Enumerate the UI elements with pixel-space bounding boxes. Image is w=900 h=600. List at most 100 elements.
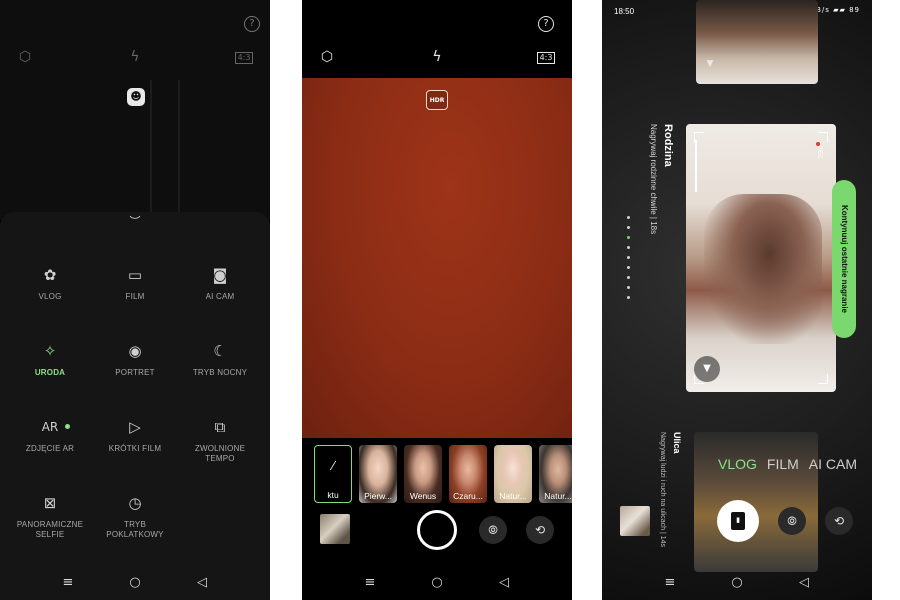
face-scan-icon[interactable]: ⦾ <box>778 507 806 535</box>
template-card-family[interactable]: REC ▼ <box>686 124 836 392</box>
vlog-template-screen: 18:50 ▮ ᯤ 5.88 KB/s ▰▰ 89 ▼ REC ▼ Rodzin… <box>602 0 872 600</box>
camera-preview-dark <box>0 0 270 230</box>
menu-nav-icon[interactable]: ≡ <box>58 576 78 590</box>
short-film-icon: ▷ <box>129 418 141 436</box>
mode-label: ZDJĘCIE AR <box>25 444 75 453</box>
page-dot <box>627 246 630 249</box>
page-dot-active <box>627 236 630 239</box>
menu-nav-icon[interactable]: ≡ <box>660 576 680 590</box>
filter-item[interactable]: Wenus <box>404 445 442 503</box>
gallery-thumbnail[interactable] <box>320 514 350 544</box>
mode-label: FILM <box>125 292 145 301</box>
film-icon: ▭ <box>127 266 143 284</box>
filter-item[interactable]: Natur... <box>539 445 572 503</box>
home-nav-icon[interactable]: ○ <box>427 576 447 590</box>
collapse-chevron-down-icon[interactable]: ︶ <box>125 216 145 227</box>
flash-icon[interactable]: ϟ <box>428 50 446 64</box>
mode-film[interactable]: ▭ FILM <box>90 264 180 302</box>
switch-camera-icon[interactable]: ⟲ <box>825 507 853 535</box>
beauty-wand-icon: ✧ <box>43 342 57 360</box>
filter-item[interactable]: Czaru... <box>449 445 487 503</box>
mode-ar-photo[interactable]: AR ZDJĘCIE AR <box>5 416 95 454</box>
template-card-previous[interactable]: ▼ <box>696 0 818 84</box>
mode-portrait[interactable]: ◉ PORTRET <box>90 340 180 378</box>
mode-label: ZWOLNIONE TEMPO <box>194 444 246 463</box>
video-template-icon: ▮ <box>731 512 745 530</box>
mode-selector: VLOG FILM AI CAM <box>718 456 867 472</box>
filter-item-selected[interactable]: ⁄ ktu <box>314 445 352 503</box>
switch-camera-icon[interactable]: ⟲ <box>526 516 554 544</box>
filter-label: Natur... <box>544 491 572 501</box>
shutter-button[interactable] <box>417 510 457 550</box>
back-nav-icon[interactable]: ◁ <box>494 576 514 590</box>
camera-viewfinder[interactable] <box>302 78 572 438</box>
template-card-street[interactable] <box>694 432 818 572</box>
template-subtitle: Nagrywaj rodzinne chwile | 18s <box>649 124 658 235</box>
panorama-selfie-icon: ⊠ <box>43 494 57 512</box>
status-time: 18:50 <box>614 7 635 16</box>
gallery-thumbnail[interactable] <box>620 506 650 536</box>
mode-label: TRYB POKLATKOWY <box>106 520 164 539</box>
portrait-badge-icon[interactable]: ☻ <box>127 88 145 106</box>
portrait-icon: ◉ <box>128 342 142 360</box>
play-arrow-icon: ▼ <box>706 59 714 69</box>
continue-recording-button[interactable]: Kontynuuj ostatnie nagranie <box>832 180 856 338</box>
back-nav-icon[interactable]: ◁ <box>192 576 212 590</box>
slow-motion-icon: ⧉ <box>214 418 226 436</box>
page-dot <box>627 266 630 269</box>
system-nav-bar: ≡ ○ ◁ <box>602 566 872 600</box>
mode-short-film[interactable]: ▷ KRÓTKI FILM <box>90 416 180 454</box>
back-nav-icon[interactable]: ◁ <box>794 576 814 590</box>
template-title: Ulica <box>672 432 682 454</box>
none-filter-icon: ⁄ <box>331 459 334 473</box>
settings-icon[interactable]: ⬡ <box>318 50 336 64</box>
template-title: Rodzina <box>662 124 674 167</box>
template-subtitle: Nagrywaj ludzi i ruch na ulicach | 14s <box>659 432 666 548</box>
filter-label: Czaru... <box>453 491 483 501</box>
filter-item[interactable]: Pierw... <box>359 445 397 503</box>
flash-icon[interactable]: ϟ <box>126 50 144 64</box>
mode-vlog[interactable]: VLOG <box>718 456 757 472</box>
record-button[interactable]: ▮ <box>717 500 759 542</box>
help-icon[interactable]: ? <box>538 16 554 32</box>
frame-corner <box>818 132 828 142</box>
aspect-ratio-button[interactable]: 4:3 <box>235 52 253 64</box>
filter-label: ktu <box>327 490 339 500</box>
beauty-camera-screen: ? ⬡ ϟ 4:3 HDR ⁄ ktu Pierw... Wenus Czaru… <box>302 0 572 600</box>
continue-recording-label: Kontynuuj ostatnie nagranie <box>840 204 849 313</box>
mode-panorama-selfie[interactable]: ⊠ PANORAMICZNE SELFIE <box>5 492 95 540</box>
hdr-badge[interactable]: HDR <box>426 90 448 110</box>
mode-menu-screen: ? ⬡ ϟ 4:3 ☻ ︶ ✿ VLOG ▭ FILM ◙ AI CAM ✧ URODA… <box>0 0 270 600</box>
mode-film[interactable]: FILM <box>767 456 799 472</box>
timelapse-icon: ◷ <box>128 494 142 512</box>
page-dot <box>627 226 630 229</box>
template-page-indicator <box>626 216 632 306</box>
face-scan-icon[interactable]: ⦾ <box>479 516 507 544</box>
camera-icon: ◙ <box>212 266 228 284</box>
page-dot <box>627 216 630 219</box>
mode-beauty[interactable]: ✧ URODA <box>5 340 95 378</box>
page-dot <box>627 276 630 279</box>
filter-item[interactable]: Natur... <box>494 445 532 503</box>
rec-dot <box>816 142 820 146</box>
play-button[interactable]: ▼ <box>694 356 720 382</box>
aspect-ratio-button[interactable]: 4:3 <box>537 52 555 64</box>
mode-label: PORTRET <box>115 368 155 377</box>
help-icon[interactable]: ? <box>244 16 260 32</box>
menu-nav-icon[interactable]: ≡ <box>360 576 380 590</box>
mode-sheet: ︶ ✿ VLOG ▭ FILM ◙ AI CAM ✧ URODA ◉ PORTRET ☾ T… <box>0 212 270 600</box>
settings-icon[interactable]: ⬡ <box>16 50 34 64</box>
mode-timelapse[interactable]: ◷ TRYB POKLATKOWY <box>90 492 180 540</box>
vlog-icon: ✿ <box>43 266 57 284</box>
family-photo <box>704 194 822 344</box>
moon-icon: ☾ <box>213 342 227 360</box>
mode-label: URODA <box>34 368 66 377</box>
mode-ai-cam[interactable]: ◙ AI CAM <box>175 264 265 302</box>
home-nav-icon[interactable]: ○ <box>125 576 145 590</box>
home-nav-icon[interactable]: ○ <box>727 576 747 590</box>
mode-ai-cam[interactable]: AI CAM <box>809 456 857 472</box>
mode-slow-motion[interactable]: ⧉ ZWOLNIONE TEMPO <box>175 416 265 464</box>
mode-vlog[interactable]: ✿ VLOG <box>5 264 95 302</box>
page-dot <box>627 296 630 299</box>
mode-night[interactable]: ☾ TRYB NOCNY <box>175 340 265 378</box>
